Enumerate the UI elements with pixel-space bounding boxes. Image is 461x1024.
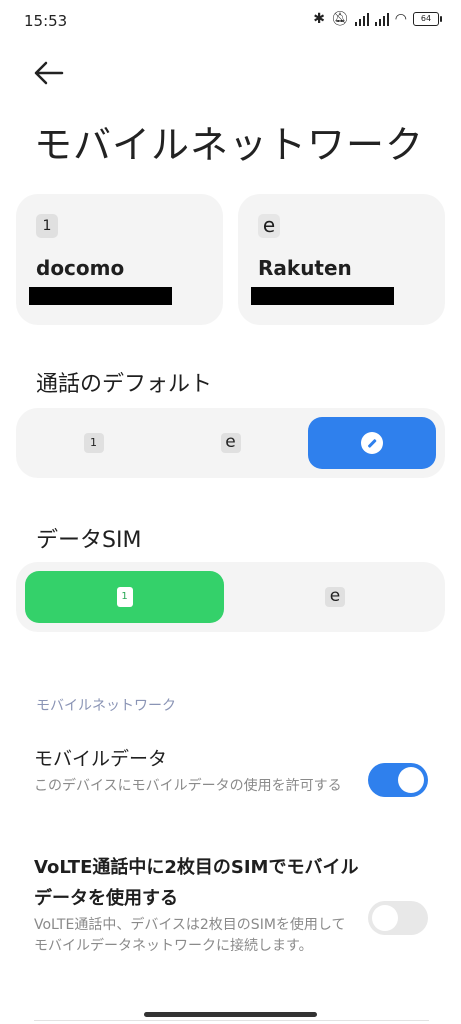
back-button[interactable] xyxy=(30,56,70,90)
signal-icon-sim2 xyxy=(374,12,389,26)
volte-data-toggle[interactable] xyxy=(368,901,428,935)
volte-data-title: VoLTE通話中に2枚目のSIMでモバイルデータを使用する xyxy=(34,857,359,909)
mobile-data-toggle[interactable] xyxy=(368,763,428,797)
esim-chip-icon: e xyxy=(220,433,241,453)
home-indicator[interactable] xyxy=(144,1012,317,1017)
esim-badge-icon: e xyxy=(258,214,280,238)
data-sim-option-sim1[interactable]: 1 xyxy=(25,571,224,623)
status-time: 15:53 xyxy=(24,12,68,30)
carrier-name-sim2: Rakuten xyxy=(258,256,352,280)
sim1-chip-icon: 1 xyxy=(116,587,133,607)
page-title: モバイルネットワーク xyxy=(34,123,425,167)
data-sim-selector: 1 e xyxy=(16,562,445,632)
sim1-badge-icon: 1 xyxy=(36,214,58,238)
toggle-knob xyxy=(398,767,424,793)
toggle-knob xyxy=(372,905,398,931)
data-sim-option-esim[interactable]: e xyxy=(234,571,436,623)
signal-icon-sim1 xyxy=(354,12,369,26)
sim-card-1[interactable]: 1 docomo xyxy=(16,194,223,325)
redacted-number xyxy=(251,287,394,305)
section-header-mobile-network: モバイルネットワーク xyxy=(36,698,176,714)
volte-data-desc: VoLTE通話中、デバイスは2枚目のSIMを使用してモバイルデータネットワークに… xyxy=(34,917,346,954)
redacted-number xyxy=(29,287,172,305)
carrier-name-sim1: docomo xyxy=(36,256,125,280)
sim1-chip-icon: 1 xyxy=(83,433,104,453)
default-call-option-sim1[interactable]: 1 xyxy=(25,417,162,469)
pencil-circle-icon xyxy=(361,432,383,454)
battery-icon: 64 xyxy=(413,12,442,26)
default-call-selector: 1 e xyxy=(16,408,445,478)
default-call-label: 通話のデフォルト xyxy=(36,372,213,397)
mobile-data-desc: このデバイスにモバイルデータの使用を許可する xyxy=(34,778,342,794)
status-icons: ✱ 🔕︎ ◠ 64 xyxy=(313,11,442,27)
default-call-option-ask[interactable] xyxy=(308,417,436,469)
esim-chip-icon: e xyxy=(325,587,345,607)
default-call-option-esim[interactable]: e xyxy=(162,417,299,469)
data-sim-label: データSIM xyxy=(36,528,142,553)
back-arrow-icon xyxy=(34,61,64,85)
sim-card-2[interactable]: e Rakuten xyxy=(238,194,445,325)
mute-icon: 🔕︎ xyxy=(331,11,349,27)
status-bar: 15:53 ✱ 🔕︎ ◠ 64 xyxy=(0,0,461,44)
bluetooth-icon: ✱ xyxy=(313,11,325,27)
mobile-data-title: モバイルデータ xyxy=(34,748,168,770)
divider xyxy=(34,1020,429,1021)
wifi-icon: ◠ xyxy=(394,11,407,27)
